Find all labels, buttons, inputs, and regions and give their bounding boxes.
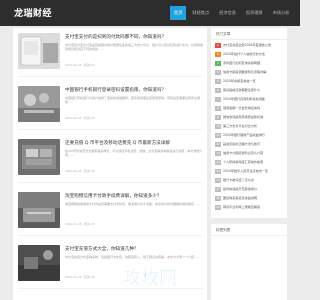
site-logo[interactable]: 龙瑞财经 bbox=[14, 6, 52, 19]
rank-badge: 15 bbox=[215, 169, 221, 174]
article-title[interactable]: 中国银行手机银行登录密码设置指南，你知道吗？ bbox=[65, 87, 203, 93]
hot-item[interactable]: 7 2024年银行存款利率最新调整 bbox=[215, 96, 285, 105]
hot-item[interactable]: 9 微信零钱提现手续费最新标准 bbox=[215, 114, 285, 123]
nav-finance-focus[interactable]: 财经焦点 bbox=[188, 6, 213, 20]
hot-item[interactable]: 4 信用卡额度调整规则及流程详解 bbox=[215, 69, 285, 78]
rank-badge: 16 bbox=[215, 178, 221, 183]
hot-item-title[interactable]: 手机银行如何查询余额明细 bbox=[223, 61, 285, 66]
hot-item-title[interactable]: 信用卡分期还款利息怎么计算 bbox=[223, 151, 285, 156]
article-thumbnail[interactable] bbox=[18, 86, 60, 122]
hot-item-title[interactable]: 如何快速提升芝麻信用分 bbox=[223, 187, 285, 192]
hot-item[interactable]: 2 2024年提升个人信用分的方法 bbox=[215, 51, 285, 60]
nav-economy-info[interactable]: 经济信息 bbox=[215, 6, 240, 20]
article-meta: 2024-04-18 · 阅读(19) bbox=[65, 169, 96, 173]
article-list: 支付宝支付的是扫到的付款码都不同，你知道吗？ 支付宝支付宝支付宝是目前国内用户数… bbox=[13, 28, 207, 300]
hot-item-title[interactable]: 微信零钱提现手续费最新标准 bbox=[223, 115, 285, 120]
rank-badge: 7 bbox=[215, 97, 221, 102]
hot-item-title[interactable]: 2024年数字人民币试点城市一览 bbox=[223, 169, 285, 174]
rank-badge: 11 bbox=[215, 133, 221, 138]
sidebar: 热门文章 1 支付宝充值业务2024年度报告公告 2 2024年提升个人信用分的方法… bbox=[211, 28, 287, 300]
hot-item[interactable]: 11 2024年银行理财产品收益排行 bbox=[215, 132, 285, 141]
hot-item-title[interactable]: 房贷提前还款需要注意什么 bbox=[223, 88, 285, 93]
hot-item[interactable]: 10 第三方支付平台对比分析 bbox=[215, 123, 285, 132]
hot-item[interactable]: 12 基金定投的正确方法与技巧 bbox=[215, 141, 285, 150]
panel-header: 标签列表 bbox=[211, 224, 287, 236]
list-item[interactable]: 中国银行手机银行登录密码设置指南，你知道吗？ 中国银行手机银行为客户提供了便捷的… bbox=[18, 86, 203, 130]
rank-badge: 6 bbox=[215, 88, 221, 93]
hot-item[interactable]: 18 国债购买渠道及收益说明 bbox=[215, 195, 285, 204]
hot-item-title[interactable]: 基金定投的正确方法与技巧 bbox=[223, 142, 285, 147]
hot-item-title[interactable]: 个人所得税年度汇算操作指南 bbox=[223, 160, 285, 165]
hot-item[interactable]: 14 个人所得税年度汇算操作指南 bbox=[215, 159, 285, 168]
tags-title: 标签列表 bbox=[216, 228, 231, 232]
hot-articles-title: 热门文章 bbox=[216, 32, 231, 36]
hot-item-title[interactable]: 国债购买渠道及收益说明 bbox=[223, 196, 285, 201]
article-thumbnail[interactable] bbox=[18, 192, 60, 228]
article-title[interactable]: 淘宝购物信用卡付款手续费详解，你知道多少？ bbox=[65, 193, 203, 199]
hot-item-title[interactable]: 信用卡额度调整规则及流程详解 bbox=[223, 70, 285, 75]
rank-badge: 9 bbox=[215, 115, 221, 120]
hot-item[interactable]: 8 借呗逾期一天会影响征信吗 bbox=[215, 105, 285, 114]
rank-badge: 1 bbox=[215, 43, 221, 48]
article-meta: 2024-04-18 · 阅读(16) bbox=[65, 116, 96, 120]
rank-badge: 18 bbox=[215, 196, 221, 201]
list-item[interactable]: 淘宝购物信用卡付款手续费详解，你知道多少？ 淘宝网购使用信用卡付款是否需要支付手… bbox=[18, 192, 203, 236]
article-thumbnail[interactable] bbox=[18, 139, 60, 175]
nav-home[interactable]: 首页 bbox=[170, 6, 187, 20]
main-nav: 首页 财经焦点 经济信息 投资理财 市场分析 bbox=[170, 6, 293, 20]
article-summary: 如今Q币的充值方式越来越多样化，可以通过手机话费、微信、支付宝等多种渠道进行充值… bbox=[65, 149, 203, 158]
rank-badge: 13 bbox=[215, 151, 221, 156]
article-summary: 淘宝网购使用信用卡付款是否需要支付手续费，很多用户并不清楚，本文将为您详细解析相… bbox=[65, 202, 201, 206]
hot-articles-panel: 热门文章 1 支付宝充值业务2024年度报告公告 2 2024年提升个人信用分的方法… bbox=[211, 28, 287, 218]
watermark-logo: 攻枚网 bbox=[100, 262, 200, 292]
panel-header: 热门文章 bbox=[211, 28, 287, 40]
watermark-text: 攻枚网 bbox=[123, 267, 177, 289]
article-meta: 2024-04-18 · 阅读(23) bbox=[65, 63, 96, 67]
hot-item-title[interactable]: 网贷平台利率上限规定解读 bbox=[223, 205, 285, 210]
hot-item-title[interactable]: 2024年提升个人信用分的方法 bbox=[223, 52, 285, 57]
list-item[interactable]: 还要充值 Q 币平台及移动话费充 Q 币最新方法详解 如今Q币的充值方式越来越多… bbox=[18, 139, 203, 183]
rank-badge: 2 bbox=[215, 52, 221, 57]
rank-badge: 19 bbox=[215, 205, 221, 210]
rank-badge: 8 bbox=[215, 106, 221, 111]
rank-badge: 4 bbox=[215, 70, 221, 75]
article-title[interactable]: 还要充值 Q 币平台及移动话费充 Q 币最新方法详解 bbox=[65, 140, 203, 146]
hot-item[interactable]: 5 2024年余额宝收益一览 bbox=[215, 78, 285, 87]
hot-item-title[interactable]: 第三方支付平台对比分析 bbox=[223, 124, 285, 129]
nav-investment[interactable]: 投资理财 bbox=[242, 6, 267, 20]
hot-item-title[interactable]: 支付宝充值业务2024年度报告公告 bbox=[223, 43, 285, 48]
rank-badge: 10 bbox=[215, 124, 221, 129]
hot-item[interactable]: 19 网贷平台利率上限规定解读 bbox=[215, 204, 285, 213]
article-thumbnail[interactable] bbox=[18, 33, 60, 69]
article-title[interactable]: 支付宝支付的是扫到的付款码都不同，你知道吗？ bbox=[65, 34, 203, 40]
article-thumbnail[interactable] bbox=[18, 245, 60, 281]
hot-item[interactable]: 16 银行卡被冻结了怎么办 bbox=[215, 177, 285, 186]
rank-badge: 14 bbox=[215, 160, 221, 165]
rank-badge: 12 bbox=[215, 142, 221, 147]
hot-item[interactable]: 6 房贷提前还款需要注意什么 bbox=[215, 87, 285, 96]
hot-item-title[interactable]: 银行卡被冻结了怎么办 bbox=[223, 178, 285, 183]
hot-item[interactable]: 17 如何快速提升芝麻信用分 bbox=[215, 186, 285, 195]
hot-item[interactable]: 1 支付宝充值业务2024年度报告公告 bbox=[215, 42, 285, 51]
rank-badge: 5 bbox=[215, 79, 221, 84]
top-navbar: 龙瑞财经 首页 财经焦点 经济信息 投资理财 市场分析 bbox=[0, 0, 300, 26]
article-meta: 2024-04-18 · 阅读(27) bbox=[65, 222, 96, 226]
list-item[interactable]: 支付宝支付的是扫到的付款码都不同，你知道吗？ 支付宝支付宝支付宝是目前国内用户数… bbox=[18, 33, 203, 77]
tags-panel: 标签列表 bbox=[211, 224, 287, 300]
article-summary: 支付宝支付宝支付宝是目前国内用户数量最多的第三方支付平台，用户可以通过扫码进行支… bbox=[65, 43, 203, 52]
article-title[interactable]: 支付宝充值方式大全，你知道几种？ bbox=[65, 246, 203, 252]
rank-badge: 17 bbox=[215, 187, 221, 192]
hot-item-title[interactable]: 借呗逾期一天会影响征信吗 bbox=[223, 106, 285, 111]
nav-market-analysis[interactable]: 市场分析 bbox=[269, 6, 294, 20]
rank-badge: 3 bbox=[215, 61, 221, 66]
hot-item[interactable]: 13 信用卡分期还款利息怎么计算 bbox=[215, 150, 285, 159]
hot-item-title[interactable]: 2024年余额宝收益一览 bbox=[223, 79, 285, 84]
article-summary: 中国银行手机银行为客户提供了便捷的金融服务，首次使用需设置登录密码。密码设置需要… bbox=[65, 96, 201, 105]
hot-item[interactable]: 3 手机银行如何查询余额明细 bbox=[215, 60, 285, 69]
hot-item-title[interactable]: 2024年银行存款利率最新调整 bbox=[223, 97, 285, 102]
hot-item[interactable]: 15 2024年数字人民币试点城市一览 bbox=[215, 168, 285, 177]
hot-item-title[interactable]: 2024年银行理财产品收益排行 bbox=[223, 133, 285, 138]
